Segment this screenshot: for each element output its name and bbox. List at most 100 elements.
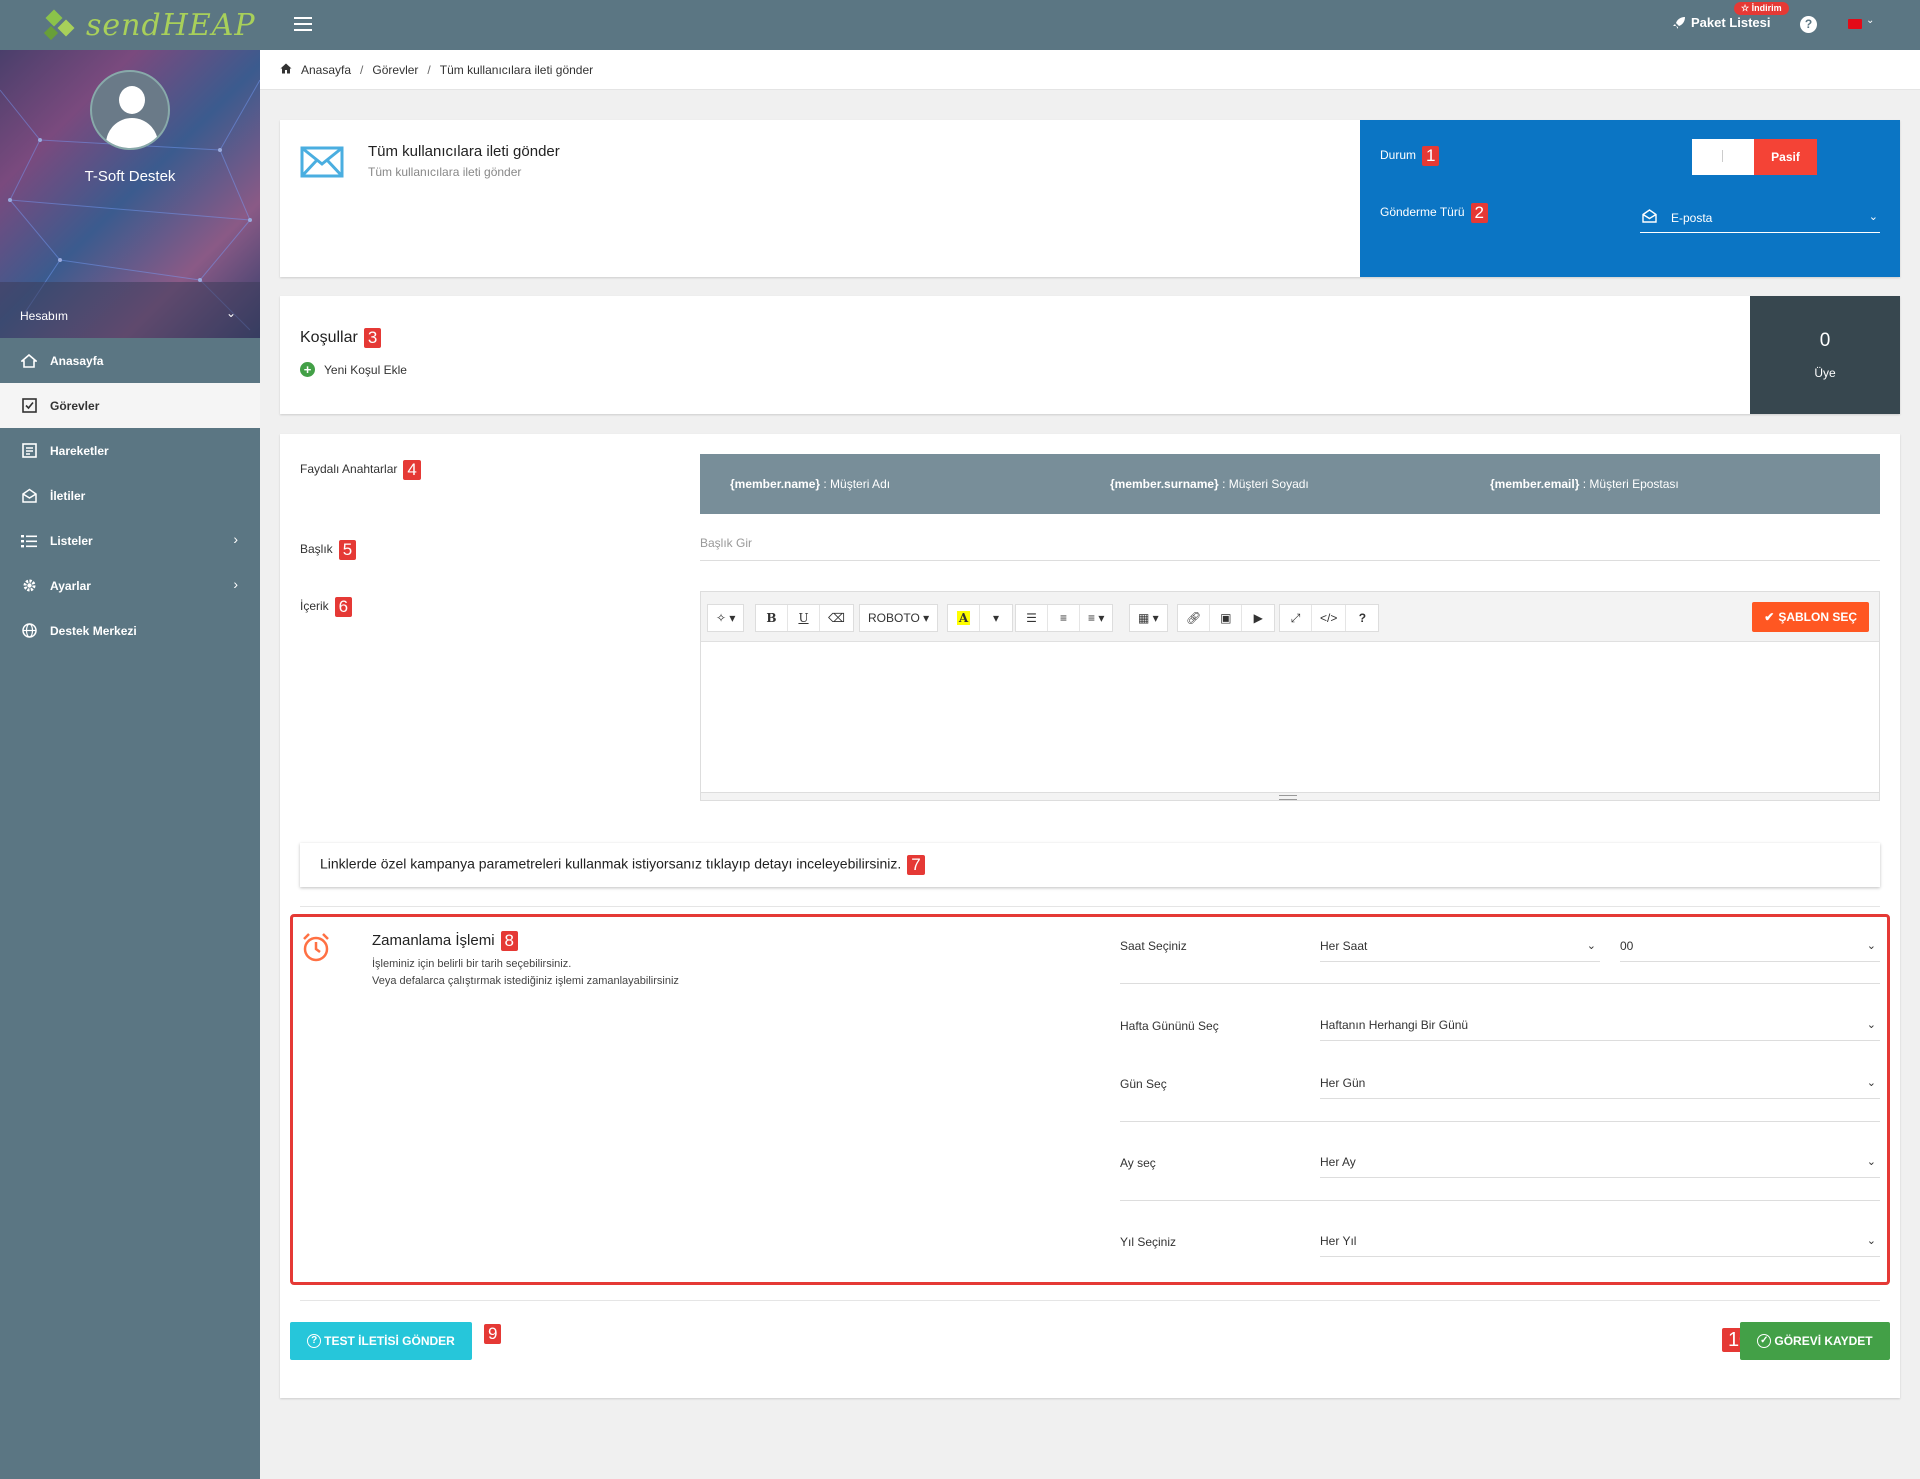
align-dropdown-icon[interactable]: ≡ ▾ <box>1080 605 1112 631</box>
toggle-pasif[interactable]: Pasif <box>1754 139 1817 175</box>
question-circle-icon: ? <box>307 1334 322 1348</box>
toggle-on-side[interactable] <box>1692 139 1754 175</box>
chevron-down-icon: ⌄ <box>1866 1077 1876 1089</box>
annotation-badge: 5 <box>338 540 357 560</box>
sidebar-item-iletiler[interactable]: İletiler <box>0 473 260 518</box>
underline-icon[interactable]: U <box>788 605 820 631</box>
paket-listesi-link[interactable]: Paket Listesi <box>1672 15 1771 30</box>
annotation-badge: 1 <box>1422 146 1440 166</box>
gonderme-turu-select[interactable]: E-posta ⌄ <box>1640 203 1880 233</box>
breadcrumb-item[interactable]: Görevler <box>372 63 418 77</box>
weekday-select[interactable]: Haftanın Herhangi Bir Günü ⌄ <box>1320 1011 1880 1041</box>
image-icon[interactable]: ▣ <box>1210 605 1243 631</box>
sidebar-menu: Anasayfa Görevler Hareketler İletiler Li… <box>0 338 260 653</box>
eraser-icon[interactable]: ⌫ <box>820 605 853 631</box>
save-task-button[interactable]: ✓ GÖREVİ KAYDET <box>1740 1322 1890 1360</box>
logo-mark-icon <box>40 4 82 46</box>
sidebar-item-label: Listeler <box>50 533 93 548</box>
sidebar-item-anasayfa[interactable]: Anasayfa <box>0 338 260 383</box>
year-label: Yıl Seçiniz <box>1120 1235 1177 1249</box>
globe-icon <box>20 622 38 640</box>
sidebar-item-label: Görevler <box>50 398 100 413</box>
durum-toggle[interactable]: Pasif <box>1692 139 1817 175</box>
paket-listesi-label: Paket Listesi <box>1691 15 1771 30</box>
font-family-dropdown[interactable]: ROBOTO ▾ <box>860 605 937 631</box>
tr-flag-icon[interactable] <box>1848 19 1862 29</box>
color-dropdown-icon[interactable]: ▾ <box>980 605 1012 631</box>
main-content: Anasayfa / Görevler / Tüm kullanıcılara … <box>260 50 1920 1479</box>
content-label: İçerik 6 <box>300 597 353 617</box>
durum-label: Durum 1 <box>1380 146 1440 166</box>
keyword-member-name[interactable]: {member.name} : Müşteri Adı <box>730 477 890 491</box>
numbered-list-icon[interactable]: ≡ <box>1048 605 1080 631</box>
check-icon: ✔ <box>1764 610 1775 624</box>
profile-name: T-Soft Destek <box>84 168 176 185</box>
rocket-icon <box>1673 16 1685 29</box>
sidebar-item-listeler[interactable]: Listeler › <box>0 518 260 563</box>
table-icon[interactable]: ▦ ▾ <box>1130 605 1167 631</box>
member-count-label: Üye <box>1814 366 1836 380</box>
conditions-card: Koşullar 3 + Yeni Koşul Ekle 0 Üye <box>280 296 1900 414</box>
sidebar-item-label: Ayarlar <box>50 578 91 593</box>
campaign-params-info[interactable]: Linklerde özel kampanya parametreleri ku… <box>300 843 1880 887</box>
logo[interactable]: sendHEAP <box>40 4 256 46</box>
code-view-icon[interactable]: </> <box>1312 605 1347 631</box>
bold-icon[interactable]: B <box>756 605 788 631</box>
help-icon[interactable]: ? <box>1800 16 1817 33</box>
link-icon[interactable]: 🔗︎ <box>1178 605 1211 631</box>
avatar[interactable] <box>90 70 170 150</box>
help-icon[interactable]: ? <box>1346 605 1378 631</box>
divider <box>300 906 1880 907</box>
tasks-icon <box>20 397 38 415</box>
envelope-icon <box>300 146 344 181</box>
add-condition-button[interactable]: + Yeni Koşul Ekle <box>300 362 407 377</box>
chevron-down-icon: ⌄ <box>1866 1156 1876 1168</box>
chevron-down-icon[interactable]: ⌄ <box>1866 15 1874 26</box>
account-dropdown[interactable]: Hesabım ⌄ <box>0 282 260 338</box>
chevron-down-icon: ⌄ <box>1586 940 1596 952</box>
divider <box>300 1300 1880 1301</box>
keyword-member-email[interactable]: {member.email} : Müşteri Epostası <box>1490 477 1679 491</box>
title-label: Başlık 5 <box>300 540 357 560</box>
editor-toolbar: ✧ ▾ B U ⌫ ROBOTO ▾ A ▾ ☰ ≡ ≡ ▾ ▦ ▾ 🔗︎ ▣ … <box>701 592 1879 642</box>
task-header-card: Tüm kullanıcılara ileti gönder Tüm kulla… <box>280 120 1900 277</box>
send-test-message-button[interactable]: ? TEST İLETİSİ GÖNDER <box>290 1322 472 1360</box>
member-count: 0 <box>1819 330 1831 351</box>
sidebar-item-label: Hareketler <box>50 443 109 458</box>
font-color-icon[interactable]: A <box>948 605 980 631</box>
sidebar-item-hareketler[interactable]: Hareketler <box>0 428 260 473</box>
breadcrumb-item[interactable]: Anasayfa <box>301 63 351 77</box>
video-icon[interactable]: ▶ <box>1242 605 1274 631</box>
home-icon[interactable] <box>280 63 292 77</box>
home-icon <box>20 352 38 370</box>
chevron-down-icon: ⌄ <box>1868 211 1878 223</box>
month-select[interactable]: Her Ay ⌄ <box>1320 1148 1880 1178</box>
view-group: ⤢ </> ? <box>1279 604 1380 632</box>
annotation-badge: 4 <box>403 460 421 480</box>
breadcrumb-item: Tüm kullanıcılara ileti gönder <box>439 62 594 77</box>
magic-wand-icon[interactable]: ✧ ▾ <box>708 605 743 631</box>
fullscreen-icon[interactable]: ⤢ <box>1280 605 1312 631</box>
chevron-down-icon: ⌄ <box>1866 940 1876 952</box>
hamburger-menu-icon[interactable] <box>294 17 312 31</box>
day-select[interactable]: Her Gün ⌄ <box>1320 1069 1880 1099</box>
sidebar-item-destek-merkezi[interactable]: Destek Merkezi <box>0 608 260 653</box>
keyword-member-surname[interactable]: {member.surname} : Müşteri Soyadı <box>1110 477 1309 491</box>
hour-select[interactable]: Her Saat ⌄ <box>1320 932 1600 962</box>
bullet-list-icon[interactable]: ☰ <box>1016 605 1048 631</box>
sidebar: T-Soft Destek Hesabım ⌄ Anasayfa Görevle… <box>0 50 260 1479</box>
title-input[interactable]: Başlık Gir <box>700 529 1880 561</box>
mail-open-icon <box>1642 209 1657 226</box>
template-select-button[interactable]: ✔ ŞABLON SEÇ <box>1752 602 1869 632</box>
year-select[interactable]: Her Yıl ⌄ <box>1320 1227 1880 1257</box>
sidebar-item-label: İletiler <box>50 488 86 503</box>
mail-open-icon <box>20 487 38 505</box>
editor-resize-handle[interactable] <box>701 792 1879 800</box>
color-group: A ▾ <box>947 604 1013 632</box>
minute-select[interactable]: 00 ⌄ <box>1620 932 1880 962</box>
annotation-badge: 3 <box>363 328 382 348</box>
profile-panel: T-Soft Destek Hesabım ⌄ <box>0 50 260 338</box>
sidebar-item-ayarlar[interactable]: Ayarlar › <box>0 563 260 608</box>
sidebar-item-gorevler[interactable]: Görevler <box>0 383 260 428</box>
editor-content-area[interactable] <box>701 642 1879 792</box>
